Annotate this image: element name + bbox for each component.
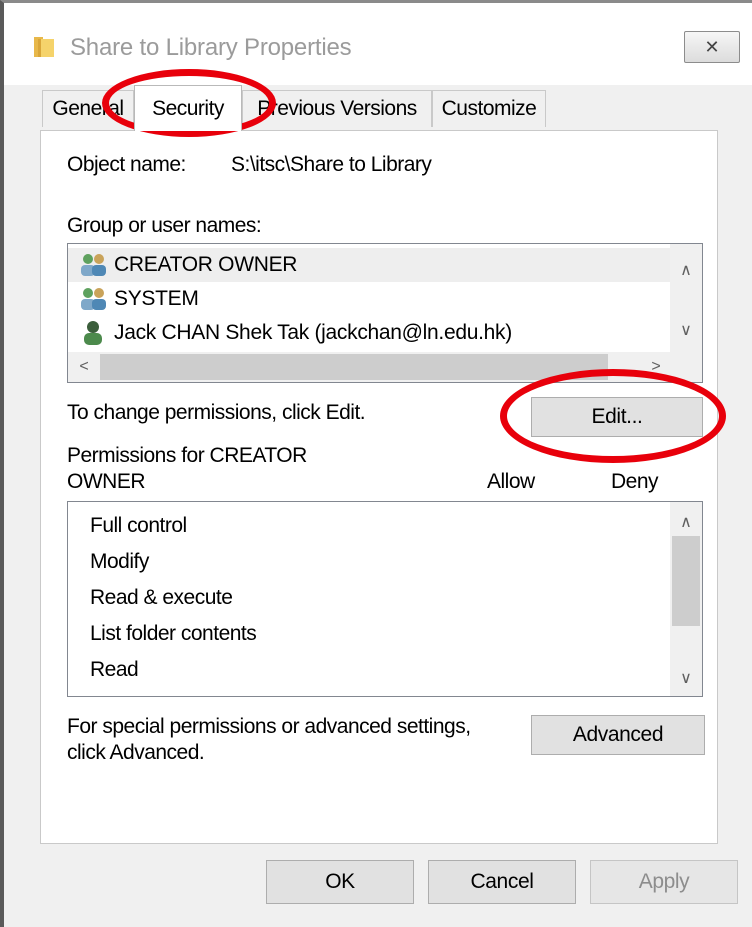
group-icon — [81, 254, 106, 276]
properties-window: Share to Library Properties ✕ General Se… — [0, 0, 752, 927]
user-list-vertical-scrollbar[interactable]: ∧ ∨ — [670, 244, 702, 354]
user-name: CREATOR OWNER — [114, 253, 298, 276]
close-icon: ✕ — [704, 36, 720, 57]
permission-list-folder-contents: List folder contents — [90, 622, 257, 645]
permission-modify: Modify — [90, 550, 149, 573]
user-list[interactable]: CREATOR OWNER SYSTEM Jack CHAN Shek Tak … — [67, 243, 703, 383]
scrollbar-corner — [670, 352, 702, 382]
user-list-horizontal-scrollbar[interactable]: < > — [68, 352, 672, 382]
ok-button[interactable]: OK — [266, 860, 414, 904]
allow-column-header: Allow — [487, 470, 535, 493]
group-user-names-label: Group or user names: — [67, 214, 262, 237]
scroll-up-icon[interactable]: ∧ — [670, 256, 702, 284]
permissions-vertical-scrollbar[interactable]: ∧ ∨ — [670, 502, 702, 696]
permission-full-control: Full control — [90, 514, 187, 537]
deny-column-header: Deny — [611, 470, 659, 493]
object-name-label: Object name: — [67, 153, 186, 176]
scroll-left-icon[interactable]: < — [68, 353, 100, 381]
scroll-right-icon[interactable]: > — [640, 353, 672, 381]
change-permissions-hint: To change permissions, click Edit. — [67, 401, 366, 424]
vertical-scroll-thumb[interactable] — [672, 536, 700, 626]
advanced-hint-line1: For special permissions or advanced sett… — [67, 715, 471, 738]
permissions-for-label-line1: Permissions for CREATOR — [67, 444, 307, 467]
user-icon — [84, 321, 102, 345]
permissions-list[interactable]: Full control Modify Read & execute List … — [67, 501, 703, 697]
group-icon — [81, 288, 106, 310]
tab-security[interactable]: Security — [134, 85, 242, 131]
scroll-down-icon[interactable]: ∨ — [670, 316, 702, 344]
advanced-hint-line2: click Advanced. — [67, 741, 205, 764]
user-row-system[interactable]: SYSTEM — [68, 282, 670, 316]
user-name: Jack CHAN Shek Tak (jackchan@ln.edu.hk) — [114, 321, 512, 344]
title-bar: Share to Library Properties ✕ — [4, 3, 752, 85]
window-title: Share to Library Properties — [70, 34, 352, 61]
user-row-creator-owner[interactable]: CREATOR OWNER — [68, 248, 670, 282]
permissions-for-label-line2: OWNER — [67, 470, 146, 493]
permission-read-execute: Read & execute — [90, 586, 233, 609]
scroll-up-icon[interactable]: ∧ — [670, 508, 702, 536]
advanced-button[interactable]: Advanced — [531, 715, 705, 755]
tab-general[interactable]: General — [42, 90, 134, 127]
apply-button[interactable]: Apply — [590, 860, 738, 904]
scroll-down-icon[interactable]: ∨ — [670, 664, 702, 692]
cancel-button[interactable]: Cancel — [428, 860, 576, 904]
folder-icon — [34, 37, 54, 57]
security-panel: Object name: S:\itsc\Share to Library Gr… — [40, 130, 718, 844]
tab-strip: General Security Previous Versions Custo… — [4, 85, 752, 133]
tab-customize[interactable]: Customize — [432, 90, 546, 127]
user-row-jack-chan[interactable]: Jack CHAN Shek Tak (jackchan@ln.edu.hk) — [68, 316, 670, 350]
object-name-value: S:\itsc\Share to Library — [231, 153, 432, 176]
horizontal-scroll-thumb[interactable] — [100, 354, 608, 380]
user-name: SYSTEM — [114, 287, 199, 310]
tab-previous-versions[interactable]: Previous Versions — [242, 90, 432, 127]
permission-read: Read — [90, 658, 139, 681]
edit-button[interactable]: Edit... — [531, 397, 703, 437]
close-button[interactable]: ✕ — [684, 31, 740, 63]
